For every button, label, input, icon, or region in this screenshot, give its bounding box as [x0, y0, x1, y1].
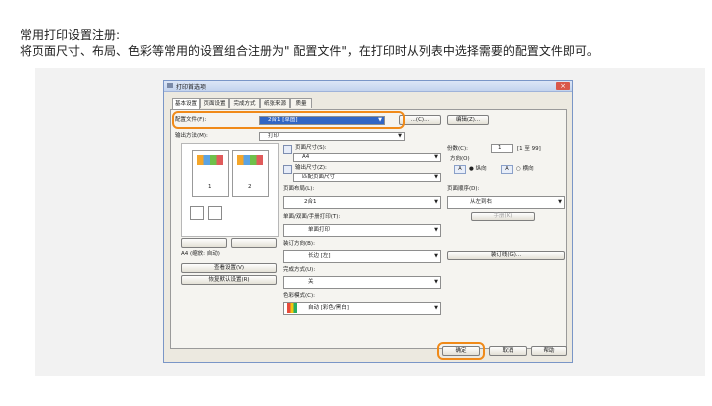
chevron-down-icon: ▼ [558, 199, 562, 205]
ok-highlight [437, 342, 485, 360]
help-button[interactable]: 帮助 [531, 346, 567, 356]
page-layout-select[interactable]: 2合1 ▼ [283, 196, 441, 209]
edit-profile-button[interactable]: 编辑(Z)... [447, 115, 489, 125]
color-mode-value: 自动 [彩色/黑白] [308, 305, 349, 311]
chevron-down-icon: ▼ [434, 253, 438, 259]
output-method-select[interactable]: 打印 ▼ [259, 132, 405, 141]
landscape-radio[interactable]: ○ 横向 [516, 166, 534, 173]
page-size-icon [283, 145, 292, 154]
page-size-select[interactable]: A4 ▼ [293, 153, 441, 162]
output-size-icon [283, 165, 292, 174]
page-size-value: A4 [302, 154, 310, 160]
restore-defaults-button[interactable]: 恢复默认设置(R) [181, 275, 277, 285]
tab-page-setup[interactable]: 页面设置 [200, 98, 229, 108]
dialog-titlebar: 打印首选项 × [164, 81, 572, 92]
cancel-button[interactable]: 取消 [489, 346, 527, 356]
duplex-label: 单面/双面/手册打印(T): [283, 214, 341, 220]
chevron-down-icon: ▼ [434, 227, 438, 233]
orientation-label: 方向(O) [450, 156, 470, 162]
duplex-value: 单面打印 [308, 227, 331, 233]
page-order-value: 从左到右 [470, 199, 493, 205]
page-layout-value: 2合1 [304, 199, 317, 205]
output-size-select[interactable]: 匹配页面尺寸 ▼ [293, 173, 441, 182]
finishing-style-toggle-1[interactable] [181, 238, 227, 248]
landscape-icon: A [501, 165, 513, 174]
page-order-select[interactable]: 从左到右 ▼ [447, 196, 565, 209]
intro-heading: 常用打印设置注册: [20, 28, 121, 42]
copies-value: 1 [498, 145, 502, 151]
preview-page-number-1: 1 [208, 184, 212, 190]
add-profile-button[interactable]: ...(C)... [399, 115, 441, 125]
copies-range: [1 至 99] [517, 146, 541, 152]
preview-page-2: 2 [232, 150, 269, 197]
color-mode-label: 色彩模式(C): [283, 293, 315, 299]
output-size-value: 匹配页面尺寸 [302, 174, 336, 180]
binding-select[interactable]: 长边 [左] ▼ [283, 250, 441, 263]
copies-label: 份数(C): [447, 146, 468, 152]
tab-quality[interactable]: 质量 [290, 98, 312, 108]
chevron-down-icon: ▼ [434, 174, 438, 180]
booklet-button[interactable]: 手册(K) [471, 212, 535, 221]
print-preferences-dialog: 打印首选项 × 基本设置 页面设置 完成方式 纸张来源 质量 配置文件(F): … [163, 80, 573, 363]
output-method-label: 输出方法(M): [175, 133, 208, 139]
landscape-label: 横向 [522, 166, 534, 172]
duplex-select[interactable]: 单面打印 ▼ [283, 224, 441, 237]
copies-input[interactable]: 1 [491, 144, 513, 153]
binding-value: 长边 [左] [308, 253, 331, 259]
printer-icon [167, 83, 173, 88]
preview-status-text: A4 (缩放: 自动) [181, 251, 220, 257]
color-mode-icon [287, 303, 297, 313]
finishing-value: 关 [308, 279, 314, 285]
binding-label: 装订方向(B): [283, 241, 315, 247]
finishing-style-toggle-2[interactable] [231, 238, 277, 248]
portrait-icon: A [454, 165, 466, 174]
finishing-label: 完成方式(U): [283, 267, 316, 273]
preview-page-number-2: 2 [248, 184, 252, 190]
page-order-label: 页面顺序(D): [447, 186, 480, 192]
intro-description: 将页面尺寸、布局、色彩等常用的设置组合注册为" 配置文件"，在打印时从列表中选择… [20, 44, 599, 58]
tab-basic[interactable]: 基本设置 [172, 98, 200, 109]
portrait-label: 纵向 [475, 166, 487, 172]
page-preview-icon [208, 206, 222, 220]
page-color-bars [197, 155, 223, 165]
dialog-title: 打印首选项 [176, 84, 207, 91]
portrait-radio[interactable]: ● 纵向 [469, 166, 487, 173]
tab-finishing[interactable]: 完成方式 [229, 98, 260, 108]
close-button[interactable]: × [556, 82, 570, 90]
tab-panel-basic: 配置文件(F): 2合1 [草图] ▼ ...(C)... 编辑(Z)... 输… [170, 109, 567, 349]
page-color-bars [237, 155, 263, 165]
printer-preview-icon [190, 206, 204, 220]
chevron-down-icon: ▼ [434, 305, 438, 311]
finishing-select[interactable]: 关 ▼ [283, 276, 441, 289]
preview-area: 1 2 [181, 143, 279, 237]
output-method-value: 打印 [268, 133, 280, 139]
output-size-label: 输出尺寸(Z): [295, 165, 327, 171]
view-settings-button[interactable]: 查看设置(V) [181, 263, 277, 273]
profile-highlight [172, 111, 405, 129]
preview-page-1: 1 [192, 150, 229, 197]
tab-paper-source[interactable]: 纸张来源 [260, 98, 290, 108]
color-mode-select[interactable]: 自动 [彩色/黑白] ▼ [283, 302, 441, 315]
chevron-down-icon: ▼ [434, 154, 438, 160]
page-layout-label: 页面布局(L): [283, 186, 315, 192]
chevron-down-icon: ▼ [398, 133, 402, 139]
gutter-button[interactable]: 装订线(G)... [447, 251, 565, 260]
chevron-down-icon: ▼ [434, 199, 438, 205]
chevron-down-icon: ▼ [434, 279, 438, 285]
page-size-label: 页面尺寸(S): [295, 145, 327, 151]
